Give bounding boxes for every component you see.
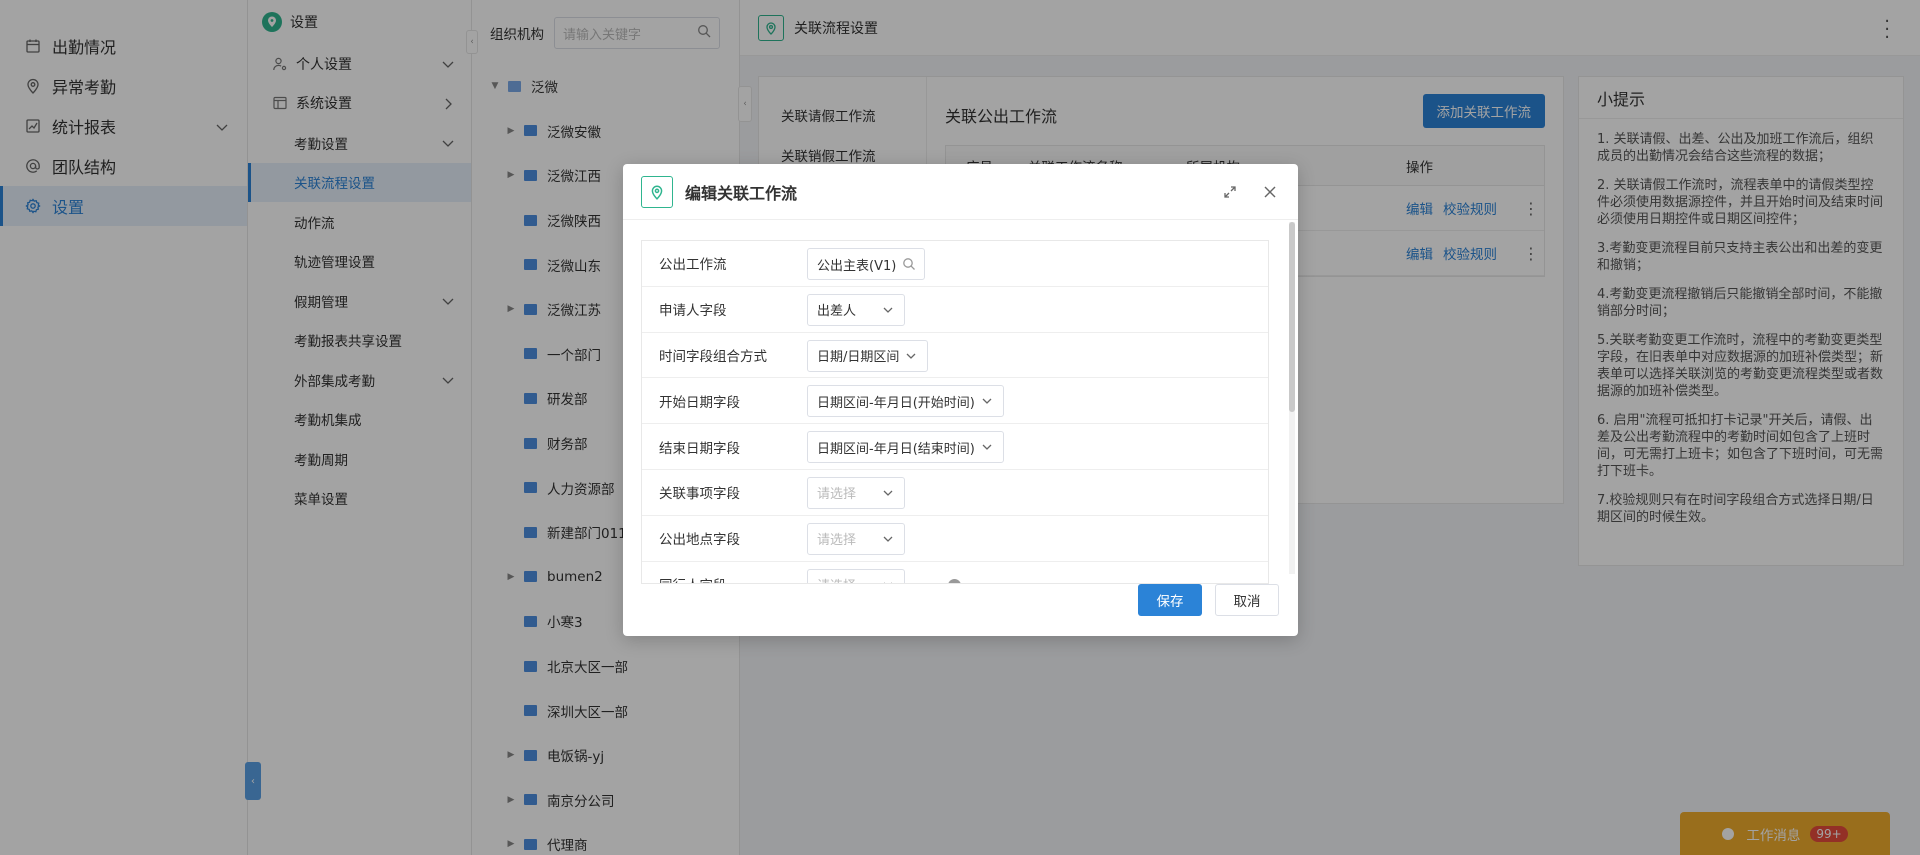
trip-workflow-browser[interactable]: 公出主表(V1) — [807, 248, 926, 280]
applicant-select[interactable]: 出差人 — [807, 293, 906, 326]
form-row-start-date: 开始日期字段 日期区间-年月日(开始时间) — [642, 378, 1268, 425]
field-label: 时间字段组合方式 — [659, 348, 767, 365]
expand-icon[interactable] — [1220, 182, 1240, 202]
trip-location-select[interactable]: 请选择 — [807, 522, 906, 555]
form-row-companion: 同行人字段 请选择 — [642, 562, 1268, 583]
form-row-related-matter: 关联事项字段 请选择 — [642, 470, 1268, 516]
form-row-trip-workflow: 公出工作流 公出主表(V1) — [642, 241, 1268, 287]
field-label: 申请人字段 — [659, 303, 727, 320]
chevron-down-icon — [882, 304, 894, 320]
modal-scrollbar[interactable] — [1289, 222, 1295, 574]
chevron-down-icon — [882, 533, 894, 549]
save-button[interactable]: 保存 — [1138, 584, 1202, 616]
field-value: 公出主表(V1) — [817, 258, 897, 274]
form-row-trip-location: 公出地点字段 请选择 — [642, 516, 1268, 562]
form-row-applicant: 申请人字段 出差人 — [642, 287, 1268, 333]
form-row-end-date: 结束日期字段 日期区间-年月日(结束时间) — [642, 424, 1268, 470]
companion-select[interactable]: 请选择 — [807, 568, 906, 583]
field-value: 日期区间-年月日(结束时间) — [817, 441, 975, 457]
field-placeholder: 请选择 — [817, 575, 856, 583]
end-date-select[interactable]: 日期区间-年月日(结束时间) — [807, 431, 1004, 464]
chevron-down-icon — [905, 350, 917, 366]
field-value: 日期区间-年月日(开始时间) — [817, 395, 975, 411]
field-label: 同行人字段 — [659, 574, 727, 583]
field-label: 开始日期字段 — [659, 394, 740, 411]
form-row-time-combination: 时间字段组合方式 日期/日期区间 — [642, 333, 1268, 379]
modal-form: 公出工作流 公出主表(V1) 申请人字段 出差人 时间字段组合方式 日期/日期区… — [641, 240, 1269, 584]
modal-header: 编辑关联工作流 — [623, 164, 1298, 220]
chevron-down-icon — [981, 395, 993, 411]
edit-workflow-modal: 编辑关联工作流 公出工作流 公出主表(V1) 申请人字段 出差人 时间字段组合方… — [623, 164, 1298, 636]
field-value: 出差人 — [817, 304, 857, 320]
chevron-down-icon — [981, 441, 993, 457]
time-combination-select[interactable]: 日期/日期区间 — [807, 339, 929, 372]
field-placeholder: 请选择 — [817, 533, 857, 549]
workflow-logo-icon — [641, 175, 673, 208]
field-label: 公出工作流 — [659, 257, 727, 274]
start-date-select[interactable]: 日期区间-年月日(开始时间) — [807, 385, 1004, 418]
field-label: 结束日期字段 — [659, 440, 740, 457]
chevron-down-icon — [882, 487, 894, 503]
field-placeholder: 请选择 — [817, 487, 857, 503]
close-icon[interactable] — [1260, 182, 1280, 202]
scrollbar-thumb[interactable] — [1289, 222, 1295, 412]
field-label: 关联事项字段 — [659, 486, 740, 503]
cancel-button[interactable]: 取消 — [1215, 584, 1279, 616]
related-matter-select[interactable]: 请选择 — [807, 476, 906, 509]
field-label: 公出地点字段 — [659, 532, 740, 549]
modal-title: 编辑关联工作流 — [685, 183, 798, 203]
modal-footer: 保存 取消 — [623, 584, 1298, 636]
search-icon — [902, 257, 916, 275]
field-value: 日期/日期区间 — [817, 350, 900, 366]
